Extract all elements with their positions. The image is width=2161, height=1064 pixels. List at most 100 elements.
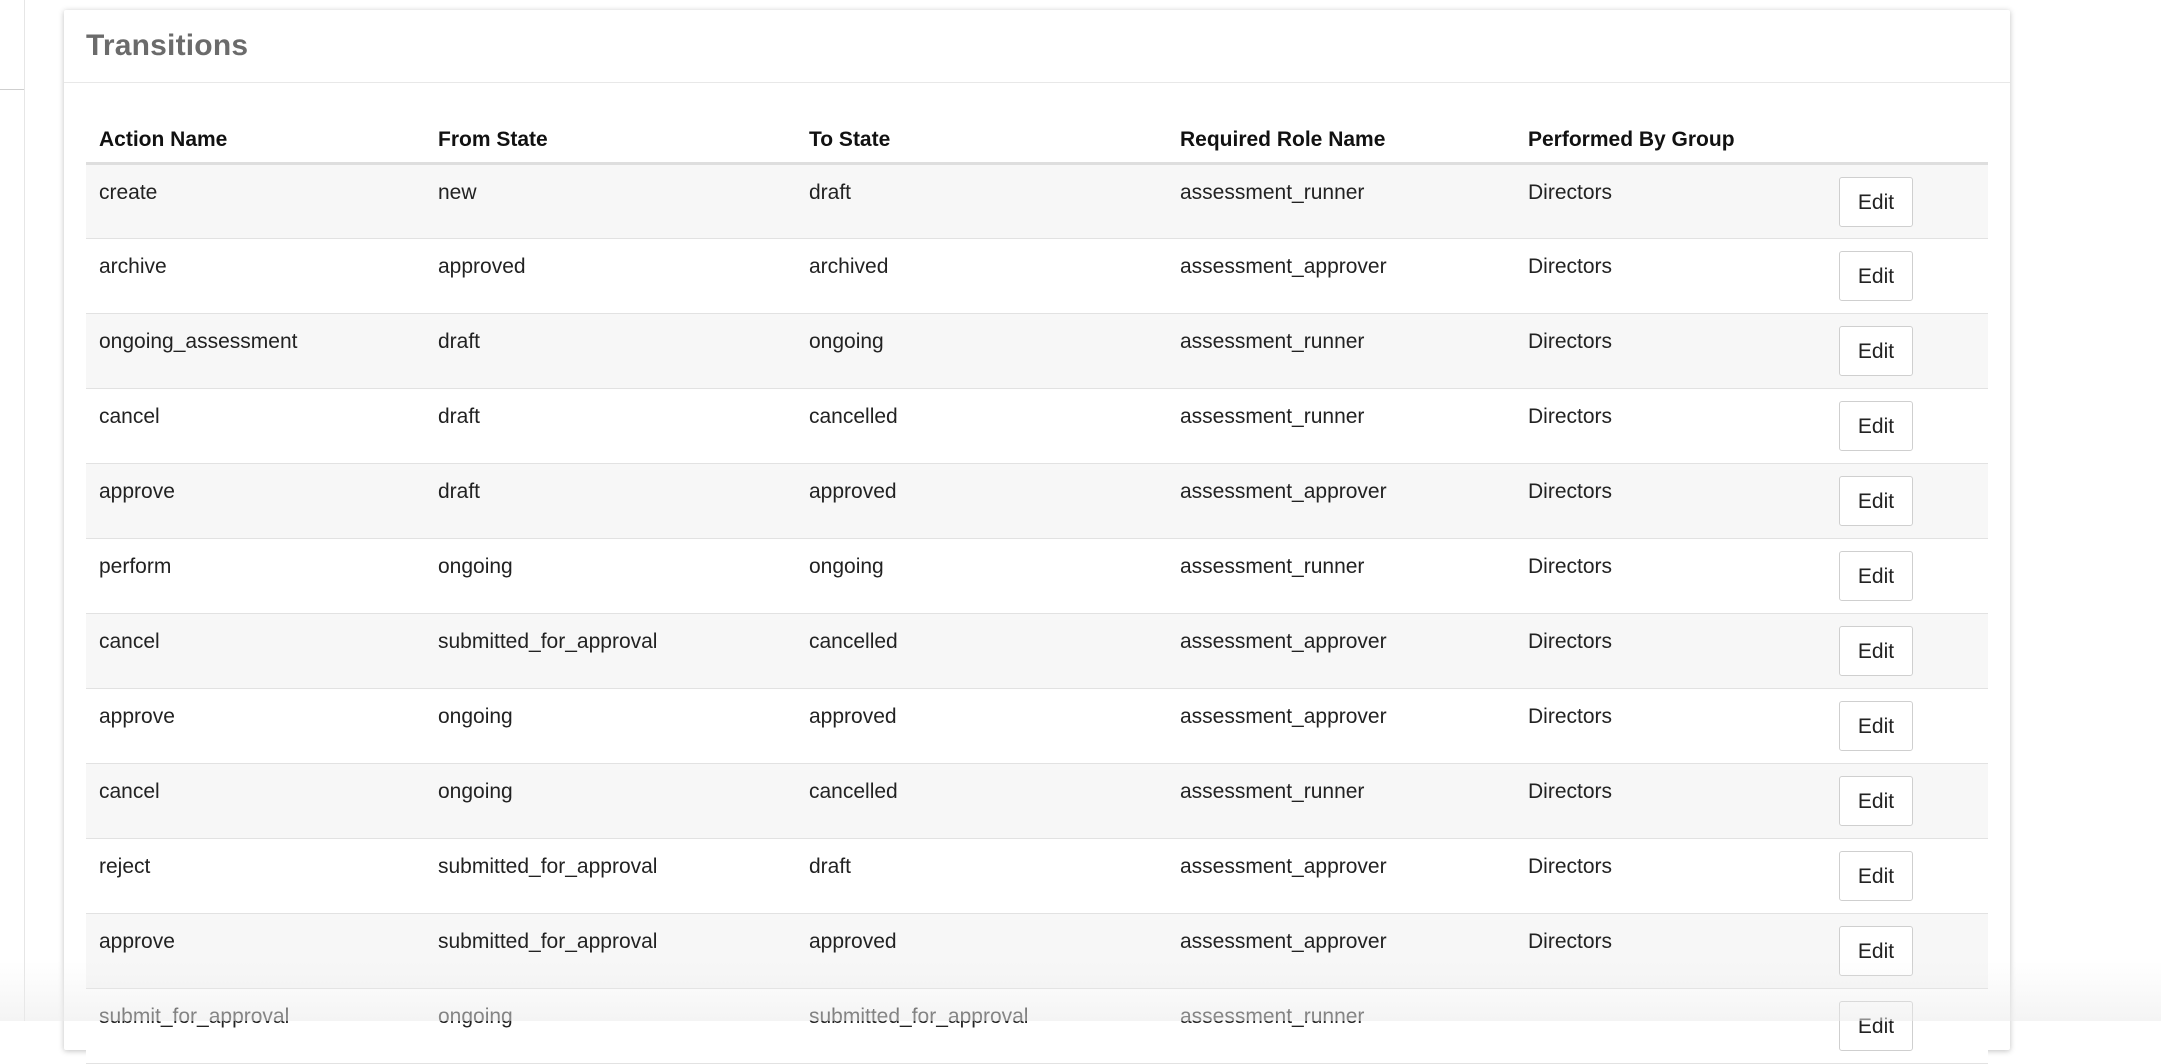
cell-to-state-text: submitted_for_approval bbox=[809, 1005, 1029, 1028]
table-header-row: Action Name From State To State Required… bbox=[86, 117, 1988, 165]
cell-required-role-text: assessment_approver bbox=[1180, 930, 1387, 953]
table-row[interactable]: submit_for_approval ongoing submitted_for_… bbox=[86, 988, 1988, 1064]
cell-actions: Edit bbox=[1839, 163, 1988, 239]
edit-button[interactable]: Edit bbox=[1839, 476, 1913, 526]
edit-button[interactable]: Edit bbox=[1839, 926, 1913, 976]
cell-action-name: archive bbox=[86, 238, 425, 314]
cell-performed-by-group-text: Directors bbox=[1528, 480, 1613, 503]
cell-action-name-text: approve bbox=[99, 480, 175, 503]
cell-actions: Edit bbox=[1839, 538, 1988, 614]
edit-button[interactable]: Edit bbox=[1839, 251, 1913, 301]
column-header-required-role[interactable]: Required Role Name bbox=[1167, 117, 1515, 165]
cell-to-state: approved bbox=[796, 913, 1167, 989]
cell-required-role-text: assessment_approver bbox=[1180, 705, 1387, 728]
cell-action-name-text: cancel bbox=[99, 405, 160, 428]
cell-performed-by-group: Directors bbox=[1515, 463, 1839, 539]
table-row[interactable]: cancel ongoing cancelled assessment_runner D… bbox=[86, 763, 1988, 839]
table-row[interactable]: ongoing_assessment draft ongoing assessment… bbox=[86, 313, 1988, 389]
panel-header: Transitions bbox=[64, 10, 2010, 83]
cell-from-state-text: submitted_for_approval bbox=[438, 630, 658, 653]
cell-actions: Edit bbox=[1839, 838, 1988, 914]
edit-button[interactable]: Edit bbox=[1839, 1001, 1913, 1051]
table-row[interactable]: cancel submitted_for_approval cancelled ass… bbox=[86, 613, 1988, 689]
cell-action-name: perform bbox=[86, 538, 425, 614]
cell-to-state: ongoing bbox=[796, 313, 1167, 389]
table-row[interactable]: approve ongoing approved assessment_approve… bbox=[86, 688, 1988, 764]
cell-performed-by-group-text: Directors bbox=[1528, 930, 1613, 953]
cell-to-state: approved bbox=[796, 688, 1167, 764]
edit-button[interactable]: Edit bbox=[1839, 851, 1913, 901]
cell-to-state: draft bbox=[796, 163, 1167, 239]
table-row[interactable]: perform ongoing ongoing assessment_runner Di… bbox=[86, 538, 1988, 614]
transitions-table: Action Name From State To State Required… bbox=[86, 117, 1988, 1064]
cell-performed-by-group: Directors bbox=[1515, 688, 1839, 764]
column-header-from-state[interactable]: From State bbox=[425, 117, 796, 165]
table-row[interactable]: approve draft approved assessment_approver D… bbox=[86, 463, 1988, 539]
cell-to-state-text: cancelled bbox=[809, 630, 898, 653]
transitions-panel: Transitions Action Name From State To St… bbox=[64, 10, 2010, 1064]
edit-button[interactable]: Edit bbox=[1839, 176, 1913, 227]
cell-to-state-text: draft bbox=[809, 181, 852, 204]
cell-performed-by-group-text: Directors bbox=[1528, 181, 1613, 204]
column-header-to-state[interactable]: To State bbox=[796, 117, 1167, 165]
cell-action-name: ongoing_assessment bbox=[86, 313, 425, 389]
cell-required-role-text: assessment_runner bbox=[1180, 555, 1365, 578]
cell-action-name: approve bbox=[86, 913, 425, 989]
edit-button[interactable]: Edit bbox=[1839, 401, 1913, 451]
cell-to-state: approved bbox=[796, 463, 1167, 539]
cell-required-role: assessment_approver bbox=[1167, 838, 1515, 914]
cell-performed-by-group-text: Directors bbox=[1528, 855, 1613, 878]
table-row[interactable]: reject submitted_for_approval draft assessm… bbox=[86, 838, 1988, 914]
cell-to-state-text: cancelled bbox=[809, 780, 898, 803]
cell-action-name: cancel bbox=[86, 763, 425, 839]
cell-action-name-text: ongoing_assessment bbox=[99, 330, 298, 353]
table-row[interactable]: create new draft assessment_runner Directors… bbox=[86, 163, 1988, 239]
cell-from-state: ongoing bbox=[425, 763, 796, 839]
table-row[interactable]: cancel draft cancelled assessment_runner Dir… bbox=[86, 388, 1988, 464]
cell-performed-by-group: Directors bbox=[1515, 313, 1839, 389]
cell-required-role-text: assessment_approver bbox=[1180, 255, 1387, 278]
edit-button[interactable]: Edit bbox=[1839, 776, 1913, 826]
cell-action-name: cancel bbox=[86, 613, 425, 689]
column-header-performed-by[interactable]: Performed By Group bbox=[1515, 117, 1839, 165]
cell-from-state-text: draft bbox=[438, 330, 481, 353]
cell-to-state: cancelled bbox=[796, 388, 1167, 464]
table-row[interactable]: archive approved archived assessment_approv… bbox=[86, 238, 1988, 314]
cell-action-name-text: archive bbox=[99, 255, 167, 278]
cell-required-role-text: assessment_runner bbox=[1180, 780, 1365, 803]
cell-from-state: draft bbox=[425, 313, 796, 389]
cell-required-role-text: assessment_runner bbox=[1180, 405, 1365, 428]
table-row[interactable]: approve submitted_for_approval approved ass… bbox=[86, 913, 1988, 989]
cell-from-state: submitted_for_approval bbox=[425, 613, 796, 689]
cell-to-state-text: approved bbox=[809, 930, 897, 953]
cell-action-name-text: cancel bbox=[99, 780, 160, 803]
cell-performed-by-group-text: Directors bbox=[1528, 780, 1613, 803]
cell-actions: Edit bbox=[1839, 688, 1988, 764]
cell-actions: Edit bbox=[1839, 763, 1988, 839]
cell-to-state-text: archived bbox=[809, 255, 889, 278]
cell-action-name-text: approve bbox=[99, 705, 175, 728]
column-header-action-name[interactable]: Action Name bbox=[86, 117, 425, 165]
edit-button[interactable]: Edit bbox=[1839, 626, 1913, 676]
cell-from-state: new bbox=[425, 163, 796, 239]
panel-title: Transitions bbox=[86, 29, 249, 62]
cell-required-role: assessment_approver bbox=[1167, 238, 1515, 314]
column-header-actions bbox=[1839, 117, 1988, 165]
cell-actions: Edit bbox=[1839, 463, 1988, 539]
cell-actions: Edit bbox=[1839, 988, 1988, 1064]
edit-button[interactable]: Edit bbox=[1839, 326, 1913, 376]
cell-action-name-text: approve bbox=[99, 930, 175, 953]
cell-performed-by-group-text: Directors bbox=[1528, 405, 1613, 428]
cell-from-state-text: draft bbox=[438, 480, 481, 503]
cell-performed-by-group: Directors bbox=[1515, 613, 1839, 689]
edit-button[interactable]: Edit bbox=[1839, 701, 1913, 751]
cell-performed-by-group: Directors bbox=[1515, 838, 1839, 914]
cell-action-name-text: cancel bbox=[99, 630, 160, 653]
cell-from-state-text: ongoing bbox=[438, 705, 513, 728]
cell-required-role-text: assessment_approver bbox=[1180, 855, 1387, 878]
edit-button[interactable]: Edit bbox=[1839, 551, 1913, 601]
cell-from-state: submitted_for_approval bbox=[425, 838, 796, 914]
cell-required-role-text: assessment_runner bbox=[1180, 1005, 1365, 1028]
cell-to-state: archived bbox=[796, 238, 1167, 314]
cell-to-state: draft bbox=[796, 838, 1167, 914]
